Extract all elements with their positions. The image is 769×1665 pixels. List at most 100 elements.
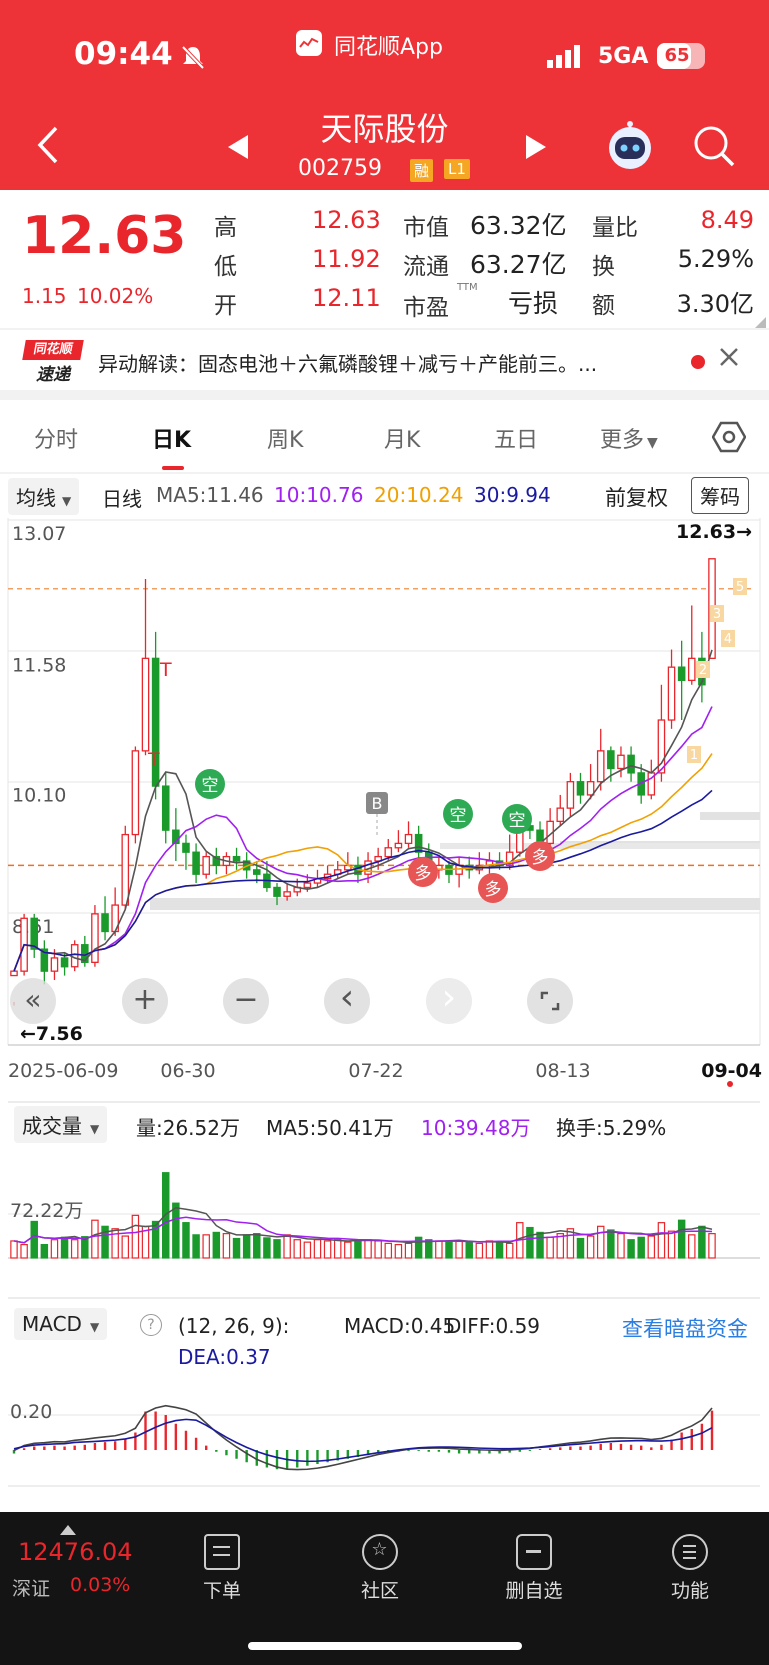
app-name: 同花顺App bbox=[334, 35, 443, 60]
today-dot bbox=[727, 1081, 733, 1087]
nav-community[interactable]: ☆ 社区 bbox=[330, 1522, 430, 1603]
wave-1: 1 bbox=[690, 748, 698, 763]
long-signal: 多 bbox=[478, 873, 508, 903]
volume-bar bbox=[242, 1234, 251, 1259]
candle-body bbox=[677, 666, 686, 682]
volume-bar bbox=[172, 1202, 180, 1259]
long-signal-label: 多 bbox=[415, 864, 432, 884]
candle-body bbox=[91, 913, 99, 963]
ma5-value: MA5:11.46 bbox=[156, 483, 264, 507]
next-stock-icon[interactable] bbox=[522, 133, 548, 165]
macd-indicator-select[interactable]: MACD ▼ bbox=[14, 1308, 108, 1340]
diff-value: DIFF:0.59 bbox=[446, 1314, 541, 1338]
volume-bar bbox=[394, 1243, 403, 1259]
news-text[interactable]: 异动解读：固态电池＋六氟磷酸锂＋减亏＋产能前三。... bbox=[98, 348, 648, 377]
settings-icon[interactable] bbox=[711, 420, 747, 458]
candle-body bbox=[10, 970, 18, 977]
search-icon[interactable] bbox=[692, 124, 736, 172]
volume-bar bbox=[283, 1234, 291, 1259]
kline-chart[interactable]: 13.0711.5810.108.61 12.63→ ←7.56 T T B 空… bbox=[0, 510, 769, 1510]
market-cap-label: 市值 bbox=[403, 215, 449, 241]
volume-bar bbox=[404, 1242, 413, 1259]
volume-bar bbox=[596, 1225, 605, 1259]
wave-4: 4 bbox=[724, 632, 732, 647]
zoom-out-button[interactable]: − bbox=[223, 978, 269, 1024]
signal-icon bbox=[547, 44, 587, 74]
tab-more[interactable]: 更多 ▼ bbox=[600, 422, 658, 454]
last-price: 12.63 bbox=[22, 206, 187, 266]
volume-bar bbox=[617, 1233, 625, 1259]
help-icon[interactable]: ? bbox=[140, 1314, 162, 1336]
wave-3: 3 bbox=[713, 607, 721, 622]
volume-bar bbox=[313, 1239, 322, 1259]
nav-order[interactable]: 下单 bbox=[172, 1522, 272, 1603]
nav-remove-watchlist-label: 删自选 bbox=[505, 1580, 563, 1602]
nav-menu[interactable]: 功能 bbox=[640, 1522, 740, 1603]
candle-body bbox=[273, 886, 281, 897]
index-change: 0.03% bbox=[70, 1574, 131, 1596]
volume-bar bbox=[505, 1242, 514, 1259]
volume-bar bbox=[131, 1214, 140, 1259]
step-next-button[interactable]: › bbox=[426, 978, 472, 1024]
turnover-rate: 换手:5.29% bbox=[556, 1116, 667, 1140]
t-marker: T bbox=[159, 659, 172, 681]
volume-bar bbox=[121, 1235, 130, 1259]
volume-bar bbox=[475, 1242, 484, 1259]
chips-button[interactable]: 筹码 bbox=[691, 477, 749, 514]
float-cap-value: 63.27亿 bbox=[470, 250, 567, 279]
wave-5: 5 bbox=[736, 580, 744, 595]
step-prev-button[interactable]: ‹ bbox=[324, 978, 370, 1024]
adjust-mode[interactable]: 前复权 bbox=[605, 482, 668, 512]
volume-bar bbox=[50, 1239, 59, 1259]
fullscreen-button[interactable] bbox=[527, 978, 573, 1024]
app-logo-icon bbox=[296, 30, 322, 56]
candle-body bbox=[50, 957, 59, 972]
volume-ratio-value: 8.49 bbox=[700, 206, 754, 234]
close-icon[interactable] bbox=[718, 346, 740, 372]
ma5-line bbox=[13, 649, 713, 972]
ma-lines-layer bbox=[13, 649, 713, 972]
volume-bars bbox=[10, 1172, 716, 1259]
ma20-value: 20:10.24 bbox=[374, 483, 464, 507]
volume-bar bbox=[293, 1239, 301, 1259]
candle-body bbox=[70, 944, 79, 968]
high-value: 12.63 bbox=[312, 206, 381, 234]
index-value[interactable]: 12476.04 bbox=[18, 1538, 133, 1566]
volume-bar bbox=[586, 1235, 595, 1259]
last-price-marker: 12.63→ bbox=[676, 521, 752, 543]
active-tab-indicator bbox=[162, 466, 184, 470]
candle-body bbox=[121, 833, 130, 906]
divider bbox=[0, 390, 769, 400]
volume-indicator-select[interactable]: 成交量 ▼ bbox=[14, 1106, 108, 1143]
volume-bar bbox=[546, 1236, 554, 1259]
robot-assistant-icon[interactable] bbox=[604, 120, 656, 176]
long-signal: 多 bbox=[525, 841, 555, 871]
candle-body bbox=[667, 666, 676, 721]
volume-bar bbox=[384, 1242, 393, 1259]
volume-indicator-label: 成交量 bbox=[22, 1114, 82, 1138]
scroll-left-button[interactable]: « bbox=[10, 978, 56, 1024]
tab-daily-k[interactable]: 日K bbox=[152, 422, 191, 454]
tab-weekly-k[interactable]: 周K bbox=[267, 422, 303, 454]
tab-monthly-k[interactable]: 月K bbox=[384, 422, 420, 454]
low-label: 低 bbox=[214, 254, 237, 280]
market-cap-value: 63.32亿 bbox=[470, 211, 567, 240]
home-indicator bbox=[248, 1642, 522, 1650]
tab-intraday[interactable]: 分时 bbox=[34, 422, 78, 454]
candle-body bbox=[586, 781, 595, 796]
battery-icon: 65 bbox=[657, 43, 705, 69]
nav-remove-watchlist[interactable]: 删自选 bbox=[484, 1522, 584, 1603]
price-change: 1.15 bbox=[22, 284, 67, 308]
tab-five-day[interactable]: 五日 bbox=[494, 422, 538, 454]
volume-bar bbox=[344, 1241, 352, 1259]
amount-label: 额 bbox=[592, 293, 615, 319]
ma-legend-bar: 均线 ▼ 日线 MA5:11.46 10:10.76 20:10.24 30:9.… bbox=[0, 474, 769, 515]
macd-value: MACD:0.45 bbox=[344, 1314, 456, 1338]
status-time: 09:44 bbox=[74, 36, 173, 72]
volume-bar bbox=[708, 1233, 716, 1259]
news-flash-bar[interactable]: 同花顺 速递 异动解读：固态电池＋六氟磷酸锂＋减亏＋产能前三。... bbox=[0, 330, 769, 390]
dark-pool-link[interactable]: 查看暗盘资金 bbox=[622, 1313, 748, 1343]
zoom-in-button[interactable]: + bbox=[122, 978, 168, 1024]
open-value: 12.11 bbox=[312, 284, 381, 312]
dea-value: DEA:0.37 bbox=[178, 1345, 271, 1369]
